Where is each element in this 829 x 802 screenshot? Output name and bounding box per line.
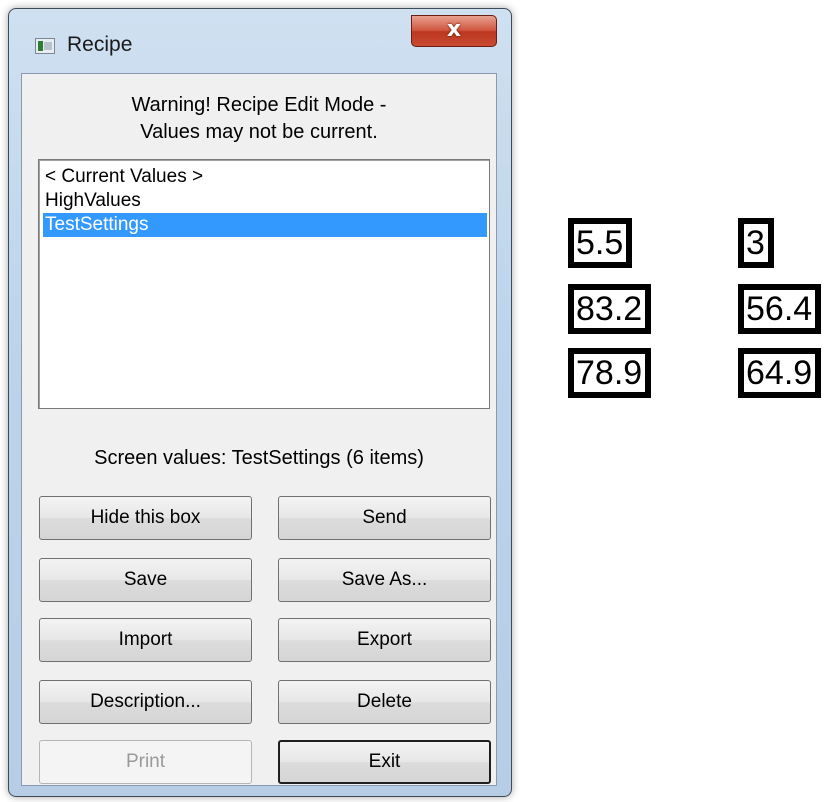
value-box-r3-c2: 64.9 (738, 348, 822, 398)
screen-values-status: Screen values: TestSettings (6 items) (94, 447, 424, 469)
hide-this-box-button[interactable]: Hide this box (39, 496, 252, 540)
recipe-dialog: Recipe x Warning! Recipe Edit Mode - Val… (8, 8, 512, 797)
recipe-listbox[interactable]: < Current Values > HighValues TestSettin… (38, 159, 490, 409)
title-bar[interactable]: Recipe x (9, 9, 511, 69)
list-item-highvalues[interactable]: HighValues (43, 189, 487, 213)
import-button[interactable]: Import (39, 618, 252, 662)
save-as-button[interactable]: Save As... (278, 558, 491, 602)
value-box-r1-c1: 5.5 (568, 218, 633, 268)
list-item-testsettings[interactable]: TestSettings (43, 213, 487, 237)
value-box-r2-c1: 83.2 (568, 284, 652, 334)
warning-line-1: Warning! Recipe Edit Mode - (131, 94, 387, 116)
warning-line-2: Values may not be current. (140, 121, 378, 143)
description-button[interactable]: Description... (39, 680, 252, 724)
app-icon (35, 38, 55, 54)
save-button[interactable]: Save (39, 558, 252, 602)
value-box-r1-c2: 3 (738, 218, 774, 268)
window-title: Recipe (67, 33, 133, 56)
warning-message: Warning! Recipe Edit Mode - Values may n… (22, 92, 496, 146)
close-button[interactable]: x (411, 15, 497, 47)
send-button[interactable]: Send (278, 496, 491, 540)
export-button[interactable]: Export (278, 618, 491, 662)
print-button[interactable]: Print (39, 740, 252, 784)
value-box-r3-c1: 78.9 (568, 348, 652, 398)
value-box-r2-c2: 56.4 (738, 284, 822, 334)
list-item-current-values[interactable]: < Current Values > (43, 165, 487, 189)
dialog-client-area: Warning! Recipe Edit Mode - Values may n… (21, 73, 497, 786)
delete-button[interactable]: Delete (278, 680, 491, 724)
exit-button[interactable]: Exit (278, 740, 491, 784)
